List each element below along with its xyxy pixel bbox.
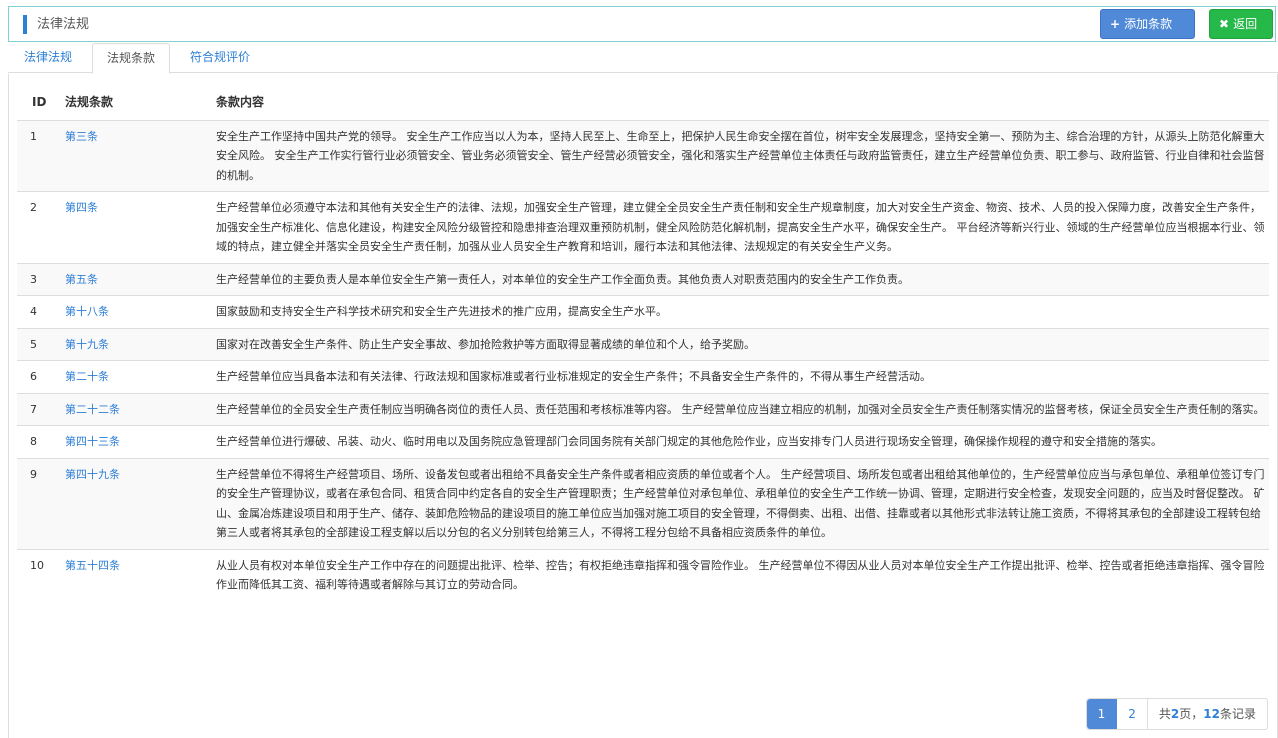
- back-button[interactable]: ✖ 返回: [1209, 9, 1273, 39]
- table-row: 9 第四十九条 生产经营单位不得将生产经营项目、场所、设备发包或者出租给不具备安…: [17, 457, 1269, 549]
- clause-content: 安全生产工作坚持中国共产党的领导。 安全生产工作应当以人为本，坚持人民至上、生命…: [216, 119, 1269, 192]
- table-row: 2 第四条 生产经营单位必须遵守本法和其他有关安全生产的法律、法规，加强安全生产…: [17, 191, 1269, 263]
- pagination: 1 2 共2页，12条记录: [1085, 698, 1268, 730]
- row-id: 9: [17, 457, 65, 549]
- close-icon: ✖: [1219, 17, 1230, 31]
- tab-compliance-evaluation[interactable]: 符合规评价: [176, 43, 264, 74]
- row-id: 1: [17, 119, 65, 192]
- total-records: 12: [1203, 707, 1220, 721]
- table-row: 1 第三条 安全生产工作坚持中国共产党的领导。 安全生产工作应当以人为本，坚持人…: [17, 119, 1269, 192]
- clause-content: 生产经营单位的全员安全生产责任制应当明确各岗位的责任人员、责任范围和考核标准等内…: [216, 392, 1269, 426]
- clause-content: 从业人员有权对本单位安全生产工作中存在的问题提出批评、检举、控告；有权拒绝违章指…: [216, 548, 1269, 601]
- page-button-2[interactable]: 2: [1117, 699, 1148, 729]
- column-header-content: 条款内容: [216, 84, 1269, 121]
- clause-content: 生产经营单位不得将生产经营项目、场所、设备发包或者出租给不具备安全生产条件或者相…: [216, 457, 1269, 549]
- clause-content: 生产经营单位必须遵守本法和其他有关安全生产的法律、法规，加强安全生产管理，建立健…: [216, 191, 1269, 263]
- clause-link[interactable]: 第四十三条: [65, 435, 120, 448]
- info-prefix: 共: [1158, 707, 1171, 721]
- row-id: 8: [17, 425, 65, 458]
- row-id: 7: [17, 392, 65, 426]
- clause-link[interactable]: 第四十九条: [65, 468, 120, 481]
- page-header: 法律法规 + 添加条款 ✖ 返回: [8, 6, 1276, 42]
- clause-content: 生产经营单位进行爆破、吊装、动火、临时用电以及国务院应急管理部门会同国务院有关部…: [216, 425, 1269, 458]
- table-row: 3 第五条 生产经营单位的主要负责人是本单位安全生产第一责任人，对本单位的安全生…: [17, 262, 1269, 296]
- column-header-id: ID: [17, 84, 65, 121]
- page-button-1[interactable]: 1: [1086, 699, 1118, 729]
- table-header-row: ID 法规条款 条款内容: [17, 84, 1269, 121]
- clause-link[interactable]: 第五十四条: [65, 559, 120, 572]
- row-id: 4: [17, 295, 65, 328]
- clause-content: 生产经营单位的主要负责人是本单位安全生产第一责任人，对本单位的安全生产工作全面负…: [216, 262, 1269, 296]
- table-row: 5 第十九条 国家对在改善安全生产条件、防止生产安全事故、参加抢险救护等方面取得…: [17, 327, 1269, 361]
- table-row: 8 第四十三条 生产经营单位进行爆破、吊装、动火、临时用电以及国务院应急管理部门…: [17, 425, 1269, 458]
- table-row: 4 第十八条 国家鼓励和支持安全生产科学技术研究和安全生产先进技术的推广应用，提…: [17, 295, 1269, 328]
- info-mid: 页，: [1179, 707, 1204, 721]
- table-row: 10 第五十四条 从业人员有权对本单位安全生产工作中存在的问题提出批评、检举、控…: [17, 548, 1269, 601]
- page-title: 法律法规: [37, 17, 90, 32]
- tab-clauses[interactable]: 法规条款: [92, 43, 171, 74]
- table-row: 6 第二十条 生产经营单位应当具备本法和有关法律、行政法规和国家标准或者行业标准…: [17, 360, 1269, 393]
- row-id: 6: [17, 360, 65, 393]
- clause-link[interactable]: 第十九条: [65, 338, 109, 351]
- tab-laws[interactable]: 法律法规: [10, 43, 86, 74]
- plus-icon: +: [1110, 17, 1121, 31]
- clause-link[interactable]: 第二十条: [65, 370, 109, 383]
- column-header-clause: 法规条款: [65, 84, 216, 121]
- clause-link[interactable]: 第十八条: [65, 305, 109, 318]
- clause-link[interactable]: 第三条: [65, 130, 98, 143]
- add-clause-button[interactable]: + 添加条款: [1100, 9, 1195, 39]
- add-clause-label: 添加条款: [1124, 17, 1173, 31]
- row-id: 5: [17, 327, 65, 361]
- pagination-info: 共2页，12条记录: [1148, 699, 1267, 729]
- clause-content: 生产经营单位应当具备本法和有关法律、行政法规和国家标准或者行业标准规定的安全生产…: [216, 360, 1269, 393]
- row-id: 10: [17, 548, 65, 601]
- row-id: 3: [17, 262, 65, 296]
- clause-table: ID 法规条款 条款内容 1 第三条 安全生产工作坚持中国共产党的领导。 安全生…: [17, 84, 1269, 601]
- title-accent-bar: [23, 15, 27, 34]
- clause-content: 国家对在改善安全生产条件、防止生产安全事故、参加抢险救护等方面取得显著成绩的单位…: [216, 327, 1269, 361]
- clause-link[interactable]: 第二十二条: [65, 403, 120, 416]
- tab-bar: 法律法规 法规条款 符合规评价: [8, 43, 1278, 74]
- back-label: 返回: [1233, 17, 1258, 31]
- table-row: 7 第二十二条 生产经营单位的全员安全生产责任制应当明确各岗位的责任人员、责任范…: [17, 392, 1269, 426]
- tab-content: ID 法规条款 条款内容 1 第三条 安全生产工作坚持中国共产党的领导。 安全生…: [8, 74, 1278, 738]
- clause-link[interactable]: 第五条: [65, 273, 98, 286]
- row-id: 2: [17, 191, 65, 263]
- clause-link[interactable]: 第四条: [65, 201, 98, 214]
- total-pages: 2: [1170, 707, 1180, 721]
- clause-content: 国家鼓励和支持安全生产科学技术研究和安全生产先进技术的推广应用，提高安全生产水平…: [216, 295, 1269, 328]
- info-suffix: 条记录: [1219, 707, 1256, 721]
